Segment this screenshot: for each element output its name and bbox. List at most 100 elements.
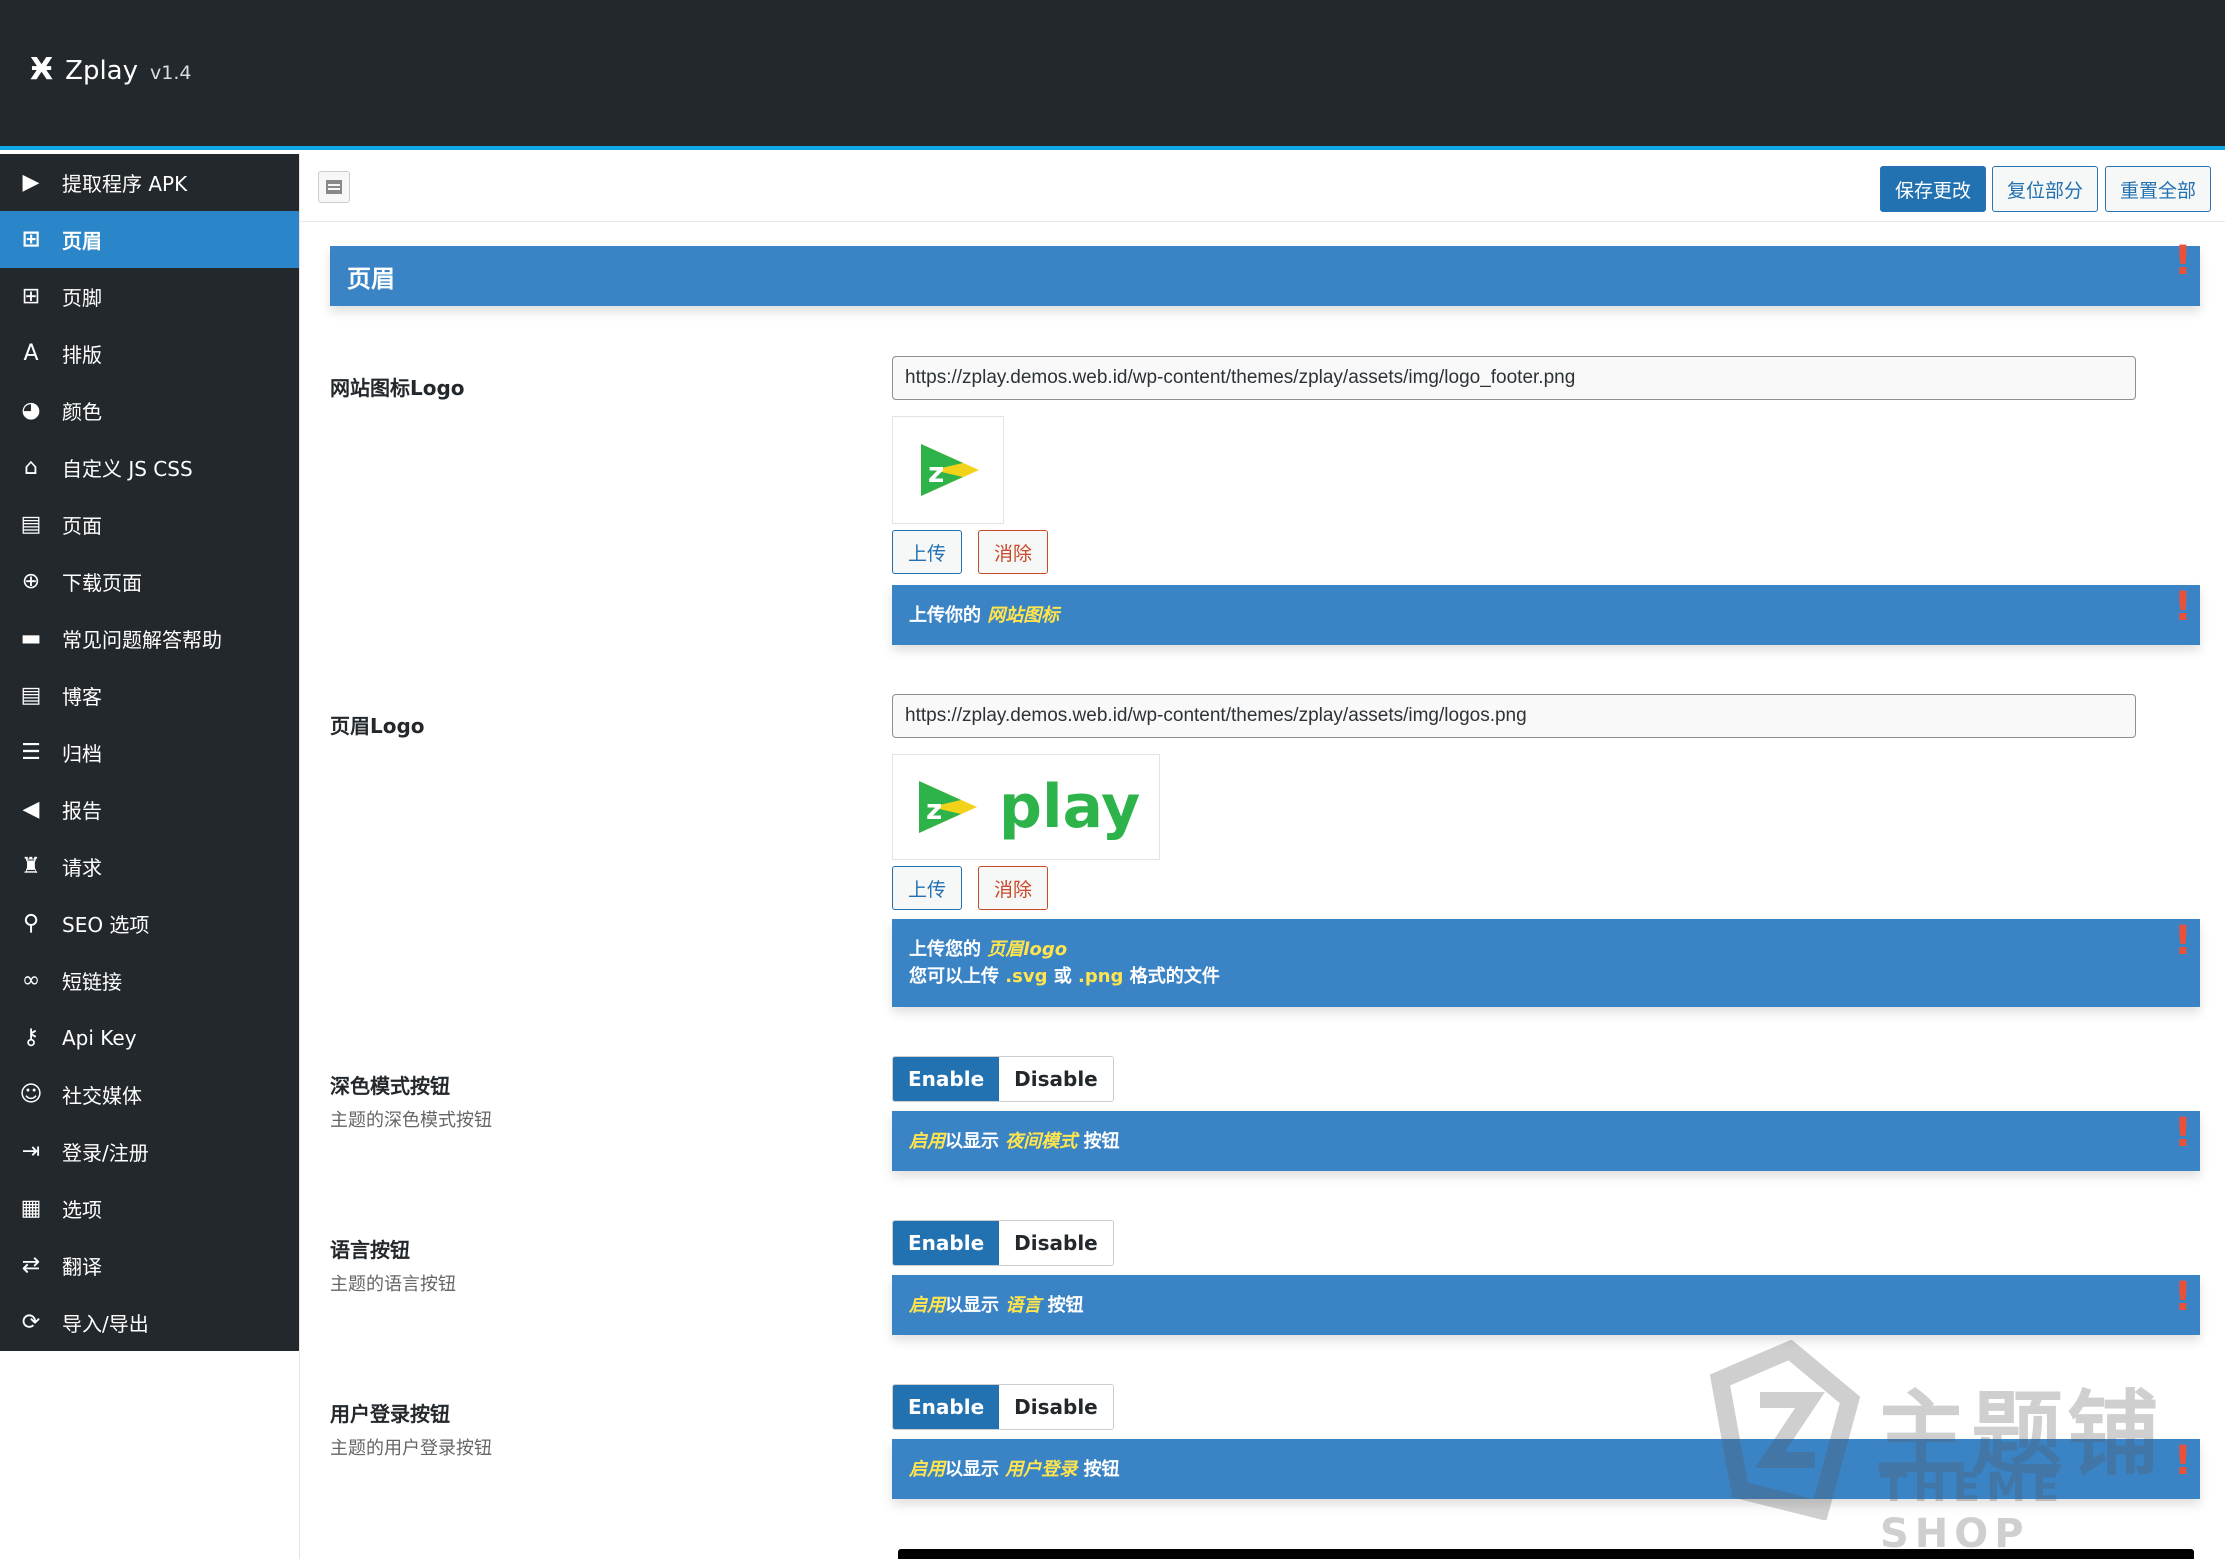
sidebar-item-label: Api Key bbox=[62, 1025, 137, 1050]
header-logo-remove-button[interactable]: 消除 bbox=[978, 866, 1049, 910]
sidebar-item[interactable]: A 排版 bbox=[0, 325, 299, 382]
info-highlight: .svg bbox=[1005, 966, 1048, 987]
site-logo-info: 上传你的 网站图标 ! bbox=[892, 584, 2200, 645]
info-text: 上传您的 bbox=[909, 939, 981, 960]
sidebar-item[interactable]: ☰ 归档 bbox=[0, 724, 299, 781]
exclamation-icon: ! bbox=[2173, 1110, 2192, 1156]
info-highlight: 启用 bbox=[909, 1130, 945, 1152]
sidebar-item-label: 自定义 JS CSS bbox=[62, 457, 193, 481]
sidebar-item[interactable]: ⊞ 页眉 bbox=[0, 211, 299, 268]
expand-toggle-button[interactable] bbox=[318, 171, 350, 203]
sidebar-item-label: 请求 bbox=[62, 856, 102, 880]
info-highlight: 用户登录 bbox=[1005, 1458, 1078, 1480]
sidebar-item-label: 博客 bbox=[62, 685, 102, 709]
sidebar-item[interactable]: ▶ 提取程序 APK bbox=[0, 154, 299, 211]
header-logo-upload-button[interactable]: 上传 bbox=[892, 866, 963, 910]
dark-mode-toggle: Enable Disable bbox=[892, 1056, 1114, 1102]
svg-text:z: z bbox=[926, 793, 942, 826]
sidebar-item[interactable]: ⊞ 页脚 bbox=[0, 268, 299, 325]
sidebar-item[interactable]: ▤ 页面 bbox=[0, 496, 299, 553]
section-title: 页眉 ! bbox=[330, 238, 2200, 306]
sidebar-item-label: 短链接 bbox=[62, 970, 122, 994]
exclamation-icon: ! bbox=[2173, 584, 2192, 630]
font-icon: A bbox=[23, 341, 39, 366]
exclamation-icon: ! bbox=[2173, 918, 2192, 964]
code-icon: ⌂ bbox=[24, 455, 38, 480]
sidebar-item[interactable]: ♜ 请求 bbox=[0, 838, 299, 895]
logo-wordmark: play bbox=[999, 772, 1141, 842]
language-enable-button[interactable]: Enable bbox=[893, 1221, 1000, 1265]
refresh-icon: ⟳ bbox=[21, 1310, 41, 1335]
sidebar-item[interactable]: ⚲ SEO 选项 bbox=[0, 895, 299, 952]
dark-mode-enable-button[interactable]: Enable bbox=[893, 1057, 1000, 1101]
sidebar-item[interactable]: ⇥ 登录/注册 bbox=[0, 1123, 299, 1180]
sidebar-item[interactable]: ◀ 报告 bbox=[0, 781, 299, 838]
info-text: 上传你的 bbox=[909, 604, 981, 626]
exclamation-icon: ! bbox=[2173, 238, 2192, 284]
request-icon: ♜ bbox=[21, 854, 41, 879]
info-highlight: 网站图标 bbox=[987, 604, 1060, 626]
play-icon: ▶ bbox=[22, 170, 40, 195]
info-highlight: 语言 bbox=[1005, 1294, 1042, 1316]
sidebar-item-label: 报告 bbox=[62, 799, 102, 823]
comments-icon: ▬ bbox=[20, 626, 42, 651]
language-label: 语言按钮 bbox=[330, 1238, 410, 1262]
svg-text:z: z bbox=[928, 456, 944, 489]
toolbar: 保存更改 复位部分 重置全部 bbox=[300, 154, 2225, 222]
sidebar-item[interactable]: ◕ 颜色 bbox=[0, 382, 299, 439]
sidebar-item[interactable]: ⟳ 导入/导出 bbox=[0, 1294, 299, 1351]
info-text: 格式的文件 bbox=[1129, 966, 1220, 987]
download-icon: ⊕ bbox=[21, 569, 41, 594]
language-info-line: 启用以显示 语言 按钮 bbox=[909, 1292, 2200, 1319]
site-logo-remove-button[interactable]: 消除 bbox=[978, 530, 1049, 574]
site-logo-url-input[interactable] bbox=[892, 356, 2136, 400]
sidebar-item[interactable]: ⚷ Api Key bbox=[0, 1009, 299, 1066]
sidebar-item[interactable]: ▬ 常见问题解答帮助 bbox=[0, 610, 299, 667]
sidebar-item[interactable]: ☺ 社交媒体 bbox=[0, 1066, 299, 1123]
translate-icon: ⇄ bbox=[21, 1253, 41, 1278]
user-login-toggle: Enable Disable bbox=[892, 1384, 1114, 1430]
sidebar-item[interactable]: ▤ 博客 bbox=[0, 667, 299, 724]
sidebar-item[interactable]: ▦ 选项 bbox=[0, 1180, 299, 1237]
sidebar-item[interactable]: ⌂ 自定义 JS CSS bbox=[0, 439, 299, 496]
sidebar-item-label: 颜色 bbox=[62, 400, 102, 424]
options-icon: ▦ bbox=[20, 1196, 42, 1221]
megaphone-icon: ◀ bbox=[22, 797, 40, 822]
user-login-enable-button[interactable]: Enable bbox=[893, 1385, 1000, 1429]
user-login-disable-button[interactable]: Disable bbox=[999, 1385, 1113, 1429]
sidebar-item-label: 页面 bbox=[62, 514, 102, 538]
sidebar-item-label: 常见问题解答帮助 bbox=[62, 628, 222, 652]
site-logo-preview: z bbox=[892, 416, 1004, 524]
info-highlight: 夜间模式 bbox=[1005, 1130, 1078, 1152]
app-version: v1.4 bbox=[150, 62, 192, 84]
sign-in-icon: ⇥ bbox=[21, 1139, 41, 1164]
zplay-logo-icon: z bbox=[919, 781, 977, 833]
sidebar-item[interactable]: ∞ 短链接 bbox=[0, 952, 299, 1009]
grid-icon: ⊞ bbox=[21, 284, 41, 309]
exclamation-icon: ! bbox=[2173, 1274, 2192, 1320]
site-logo-upload-button[interactable]: 上传 bbox=[892, 530, 963, 574]
section-title-text: 页眉 bbox=[347, 264, 395, 293]
brand: Ӿ Zplay v1.4 bbox=[30, 52, 191, 87]
header-logo-info-line2: 您可以上传 .svg 或 .png 格式的文件 bbox=[909, 963, 2200, 990]
language-toggle: Enable Disable bbox=[892, 1220, 1114, 1266]
app-name: Zplay bbox=[65, 56, 138, 86]
language-disable-button[interactable]: Disable bbox=[999, 1221, 1113, 1265]
reset-section-button[interactable]: 复位部分 bbox=[1992, 166, 2099, 212]
grid-icon: ⊞ bbox=[21, 227, 41, 252]
sidebar-item-label: 页脚 bbox=[62, 286, 102, 310]
dark-mode-disable-button[interactable]: Disable bbox=[999, 1057, 1113, 1101]
sidebar-item-label: 选项 bbox=[62, 1198, 102, 1222]
sidebar-item[interactable]: ⇄ 翻译 bbox=[0, 1237, 299, 1294]
reset-all-button[interactable]: 重置全部 bbox=[2105, 166, 2212, 212]
save-changes-button[interactable]: 保存更改 bbox=[1880, 166, 1987, 212]
sidebar-item[interactable]: ⊕ 下载页面 bbox=[0, 553, 299, 610]
header-logo-preview: z play bbox=[892, 754, 1160, 860]
sidebar-item-label: SEO 选项 bbox=[62, 913, 150, 937]
info-highlight: 页眉logo bbox=[987, 939, 1068, 960]
header-logo-info-line1: 上传您的 页眉logo bbox=[909, 936, 2200, 963]
sidebar-item-label: 导入/导出 bbox=[62, 1312, 149, 1336]
info-text: 以显示 bbox=[945, 1458, 999, 1480]
header-logo-url-input[interactable] bbox=[892, 694, 2136, 738]
header-logo-label: 页眉Logo bbox=[330, 714, 425, 738]
